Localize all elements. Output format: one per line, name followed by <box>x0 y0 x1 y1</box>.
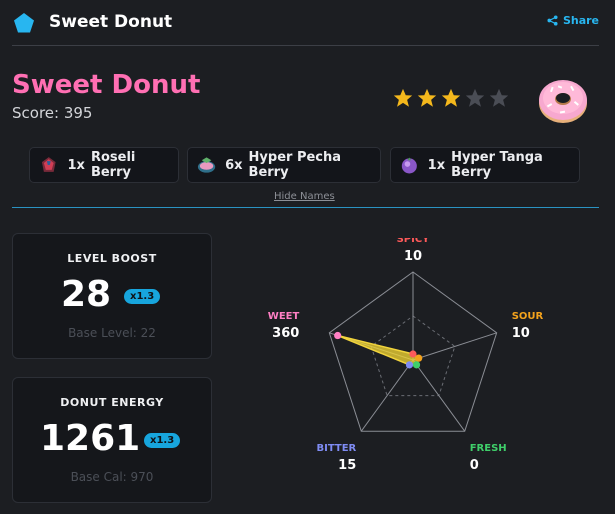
star-filled-icon <box>393 88 413 107</box>
star-filled-icon <box>441 88 461 107</box>
section-divider <box>12 207 599 208</box>
berry-qty: 6x <box>225 157 243 173</box>
donut-energy-value: 1261 <box>40 418 141 459</box>
flavor-label-fresh: FRESH <box>470 443 507 454</box>
donut-energy-card: DONUT ENERGY 1261 x1.3 Base Cal: 970 <box>12 377 212 503</box>
app-title: Sweet Donut <box>49 12 173 32</box>
app-header: Sweet Donut Share <box>12 0 599 46</box>
berry-qty: 1x <box>67 157 85 173</box>
star-filled-icon <box>417 88 437 107</box>
flavor-value-bitter: 15 <box>338 458 356 473</box>
berry-name: Hyper Pecha Berry <box>248 150 342 180</box>
donut-energy-multiplier: x1.3 <box>144 433 181 448</box>
flavor-label-bitter: BITTER <box>317 443 357 454</box>
radar-axis-line <box>412 332 497 361</box>
base-cal-text: Base Cal: 970 <box>70 470 154 484</box>
flavor-label-spicy: SPICY <box>397 238 431 245</box>
donut-image <box>539 80 587 123</box>
radar-axis-line <box>360 359 414 432</box>
share-icon <box>547 15 558 26</box>
level-boost-value: 28 <box>61 274 112 315</box>
hyper-tanga-berry-icon <box>401 157 417 174</box>
flavor-value-fresh: 0 <box>470 458 479 473</box>
level-boost-label: LEVEL BOOST <box>67 252 157 265</box>
level-boost-card: LEVEL BOOST 28 x1.3 Base Level: 22 <box>12 233 212 359</box>
roseli-berry-icon <box>41 157 56 172</box>
share-button[interactable]: Share <box>547 14 599 27</box>
share-label: Share <box>562 14 599 27</box>
berry-chip-hyper-pecha: 6x Hyper Pecha Berry <box>187 147 381 183</box>
berry-chip-roseli: 1x Roseli Berry <box>29 147 179 183</box>
donut-energy-label: DONUT ENERGY <box>60 396 164 409</box>
flavor-value-spicy: 10 <box>404 249 422 264</box>
star-empty-icon <box>489 88 509 107</box>
berry-list: 1x Roseli Berry 6x Hyper Pecha Berry 1x … <box>0 147 615 183</box>
flavor-radar-chart: SPICY 10 SOUR 10 FRESH 0 BITTER 15 SWEET 360 <box>268 238 544 473</box>
berry-chip-hyper-tanga: 1x Hyper Tanga Berry <box>390 147 580 183</box>
donut-title: Sweet Donut <box>12 70 201 100</box>
flavor-label-sweet: SWEET <box>268 311 299 322</box>
level-boost-multiplier: x1.3 <box>124 289 161 304</box>
hyper-pecha-berry-icon <box>197 157 216 173</box>
flavor-label-sour: SOUR <box>512 311 544 322</box>
base-level-text: Base Level: 22 <box>68 326 156 340</box>
flavor-point-sour <box>415 354 423 362</box>
berry-name: Roseli Berry <box>90 150 136 180</box>
flavor-point-sweet <box>334 331 342 340</box>
pentagon-logo-icon <box>14 13 34 33</box>
hide-names-link[interactable]: Hide Names <box>274 191 335 202</box>
score-text: Score: 395 <box>12 104 93 122</box>
flavor-area <box>337 334 420 366</box>
star-rating <box>392 87 510 109</box>
flavor-point-bitter <box>405 361 414 369</box>
berry-qty: 1x <box>427 157 446 173</box>
flavor-value-sour: 10 <box>512 326 530 341</box>
flavor-value-sweet: 360 <box>272 326 299 341</box>
flavor-point-fresh <box>412 361 421 369</box>
star-empty-icon <box>465 88 485 107</box>
berry-name: Hyper Tanga Berry <box>451 150 543 180</box>
